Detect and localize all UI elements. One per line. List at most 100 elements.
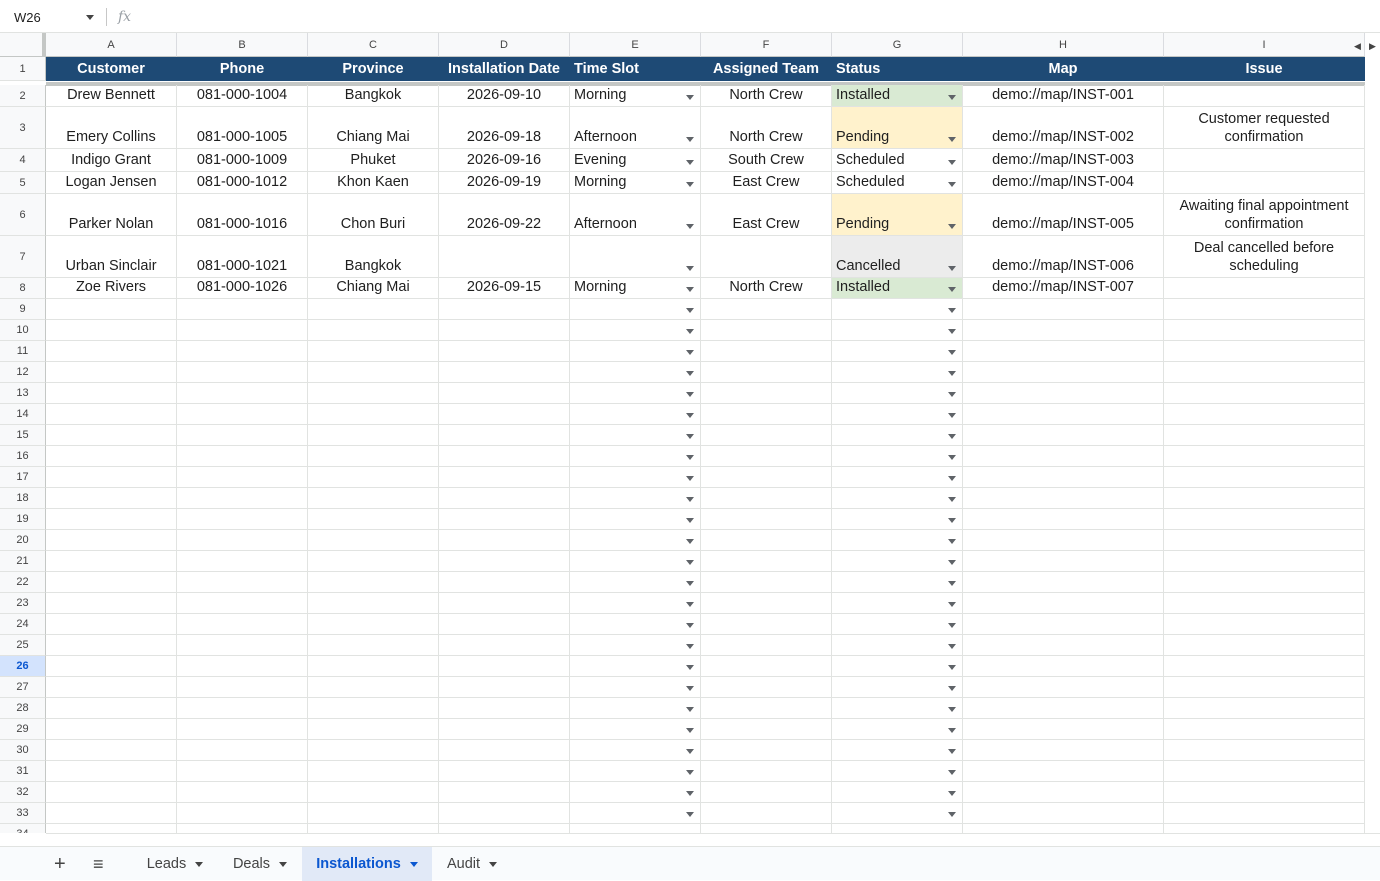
empty-cell[interactable] [308, 614, 439, 635]
chevron-down-icon[interactable] [948, 602, 956, 607]
header-cell[interactable]: Phone [177, 57, 308, 81]
cell-customer[interactable]: Emery Collins [46, 107, 177, 149]
cell-status[interactable]: Installed [832, 278, 963, 299]
empty-cell[interactable] [1164, 488, 1365, 509]
row-header[interactable]: 17 [0, 467, 46, 488]
row-header[interactable]: 4 [0, 149, 46, 172]
empty-cell[interactable] [963, 446, 1164, 467]
empty-cell[interactable] [570, 383, 701, 404]
empty-cell[interactable] [439, 719, 570, 740]
empty-cell[interactable] [963, 509, 1164, 530]
empty-cell[interactable] [308, 341, 439, 362]
empty-cell[interactable] [177, 425, 308, 446]
empty-cell[interactable] [832, 572, 963, 593]
chevron-down-icon[interactable] [686, 497, 694, 502]
chevron-down-icon[interactable] [948, 224, 956, 229]
row-header[interactable]: 31 [0, 761, 46, 782]
cell-map[interactable]: demo://map/INST-007 [963, 278, 1164, 299]
chevron-down-icon[interactable] [686, 560, 694, 565]
empty-cell[interactable] [963, 677, 1164, 698]
empty-cell[interactable] [439, 341, 570, 362]
row-header[interactable]: 1 [0, 57, 46, 81]
cell-team[interactable]: South Crew [701, 149, 832, 172]
empty-cell[interactable] [439, 383, 570, 404]
chevron-down-icon[interactable] [686, 749, 694, 754]
chevron-down-icon[interactable] [948, 329, 956, 334]
chevron-down-icon[interactable] [86, 15, 94, 20]
chevron-down-icon[interactable] [686, 95, 694, 100]
empty-cell[interactable] [439, 509, 570, 530]
chevron-down-icon[interactable] [948, 728, 956, 733]
row-header[interactable]: 27 [0, 677, 46, 698]
chevron-down-icon[interactable] [686, 518, 694, 523]
chevron-down-icon[interactable] [686, 812, 694, 817]
empty-cell[interactable] [701, 719, 832, 740]
chevron-down-icon[interactable] [948, 581, 956, 586]
empty-cell[interactable] [177, 635, 308, 656]
chevron-down-icon[interactable] [686, 665, 694, 670]
chevron-down-icon[interactable] [686, 791, 694, 796]
empty-cell[interactable] [1164, 593, 1365, 614]
empty-cell[interactable] [832, 593, 963, 614]
empty-cell[interactable] [570, 509, 701, 530]
empty-cell[interactable] [570, 656, 701, 677]
header-cell[interactable]: Assigned Team [701, 57, 832, 81]
chevron-down-icon[interactable] [686, 644, 694, 649]
empty-cell[interactable] [570, 404, 701, 425]
empty-cell[interactable] [177, 320, 308, 341]
cell-slot[interactable]: Morning [570, 172, 701, 194]
cell-province[interactable]: Phuket [308, 149, 439, 172]
cell-status[interactable]: Scheduled [832, 172, 963, 194]
sheet-tab-leads[interactable]: Leads [132, 847, 218, 881]
cell-province[interactable]: Bangkok [308, 85, 439, 107]
chevron-down-icon[interactable] [948, 476, 956, 481]
empty-cell[interactable] [832, 404, 963, 425]
empty-cell[interactable] [439, 593, 570, 614]
empty-cell[interactable] [701, 803, 832, 824]
triangle-left-icon[interactable]: ◀ [1354, 41, 1361, 52]
chevron-down-icon[interactable] [686, 728, 694, 733]
empty-cell[interactable] [1164, 803, 1365, 824]
plus-icon[interactable]: + [54, 847, 66, 881]
row-header[interactable]: 25 [0, 635, 46, 656]
empty-cell[interactable] [832, 362, 963, 383]
cell-status[interactable]: Pending [832, 107, 963, 149]
empty-cell[interactable] [1164, 299, 1365, 320]
empty-cell[interactable] [570, 572, 701, 593]
column-header-h[interactable]: H [963, 33, 1164, 57]
empty-cell[interactable] [570, 782, 701, 803]
row-header[interactable]: 29 [0, 719, 46, 740]
cell-issue[interactable] [1164, 172, 1365, 194]
chevron-down-icon[interactable] [948, 287, 956, 292]
empty-cell[interactable] [308, 362, 439, 383]
empty-cell[interactable] [177, 761, 308, 782]
empty-cell[interactable] [963, 719, 1164, 740]
empty-cell[interactable] [46, 614, 177, 635]
column-header-b[interactable]: B [177, 33, 308, 57]
chevron-down-icon[interactable] [948, 160, 956, 165]
empty-cell[interactable] [46, 446, 177, 467]
empty-cell[interactable] [570, 299, 701, 320]
empty-cell[interactable] [701, 593, 832, 614]
empty-cell[interactable] [439, 761, 570, 782]
empty-cell[interactable] [308, 509, 439, 530]
chevron-down-icon[interactable] [948, 770, 956, 775]
empty-cell[interactable] [1164, 572, 1365, 593]
empty-cell[interactable] [963, 404, 1164, 425]
cell-province[interactable]: Chiang Mai [308, 278, 439, 299]
empty-cell[interactable] [1164, 740, 1365, 761]
empty-cell[interactable] [963, 383, 1164, 404]
empty-cell[interactable] [46, 509, 177, 530]
empty-cell[interactable] [46, 551, 177, 572]
chevron-down-icon[interactable] [686, 392, 694, 397]
empty-cell[interactable] [177, 404, 308, 425]
cell-phone[interactable]: 081-000-1021 [177, 236, 308, 278]
empty-cell[interactable] [963, 467, 1164, 488]
empty-cell[interactable] [963, 614, 1164, 635]
empty-cell[interactable] [177, 299, 308, 320]
chevron-down-icon[interactable] [686, 476, 694, 481]
empty-cell[interactable] [701, 530, 832, 551]
empty-cell[interactable] [177, 383, 308, 404]
empty-cell[interactable] [46, 635, 177, 656]
empty-cell[interactable] [832, 551, 963, 572]
